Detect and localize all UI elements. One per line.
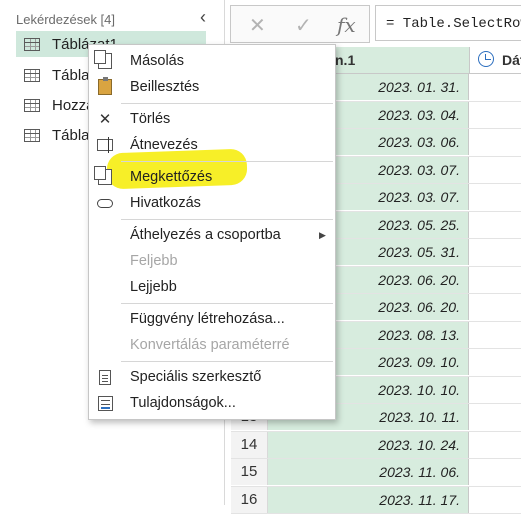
date-cell[interactable]: 2023. 10. 24. [268,432,469,458]
empty-cell[interactable] [469,267,521,293]
empty-cell[interactable] [469,432,521,458]
query-item-3[interactable]: Hozza [16,92,95,118]
formula-bar: ✕ ✓ fx = Table.SelectRow [230,5,521,43]
formula-buttons: ✕ ✓ fx [230,5,370,43]
empty-cell[interactable] [469,157,521,183]
table-icon [24,99,40,112]
table-row[interactable]: 152023. 11. 06. [231,459,521,487]
menu-item-convert-to-parameter: Konvertálás paraméterré [89,332,335,358]
table-icon [24,129,40,142]
menu-item-label: Megkettőzés [130,169,212,185]
menu-separator [121,361,333,362]
confirm-icon[interactable]: ✓ [295,13,312,38]
menu-separator [121,219,333,220]
delete-icon: ✕ [96,110,114,128]
fx-icon[interactable]: fx [337,13,356,37]
empty-cell[interactable] [469,377,521,403]
menu-item-rename[interactable]: Átnevezés [89,132,335,158]
empty-cell[interactable] [469,102,521,128]
menu-item-label: Beillesztés [130,79,199,95]
queries-pane-title: Lekérdezések [4] [16,12,115,27]
empty-cell[interactable] [469,459,521,485]
table-row[interactable]: 162023. 11. 17. [231,487,521,514]
menu-item-label: Tulajdonságok... [130,395,236,411]
formula-input[interactable]: = Table.SelectRow [375,5,521,41]
properties-icon [96,394,114,412]
menu-item-advanced-editor[interactable]: Speciális szerkesztő [89,364,335,390]
menu-item-delete[interactable]: ✕ Törlés [89,106,335,132]
empty-cell[interactable] [469,74,521,100]
copy-icon [96,52,114,70]
menu-separator [121,103,333,104]
row-number[interactable]: 14 [231,432,268,458]
context-menu: Másolás Beillesztés ✕ Törlés Átnevezés M… [88,44,336,420]
datetime-type-icon[interactable] [478,51,494,67]
paste-icon [96,78,114,96]
menu-item-label: Átnevezés [130,137,198,153]
menu-item-label: Speciális szerkesztő [130,369,261,385]
menu-item-label: Feljebb [130,253,178,269]
menu-separator [121,161,333,162]
table-icon [24,69,40,82]
empty-cell[interactable] [469,322,521,348]
menu-item-move-down[interactable]: Lejjebb [89,274,335,300]
empty-cell[interactable] [469,239,521,265]
rename-icon [96,136,114,154]
table-row[interactable]: 142023. 10. 24. [231,432,521,460]
menu-item-label: Törlés [130,111,170,127]
menu-item-label: Másolás [130,53,184,69]
link-icon [96,194,114,212]
menu-item-reference[interactable]: Hivatkozás [89,190,335,216]
query-item-label: Tábla [52,67,90,84]
submenu-arrow-icon: ▶ [319,230,326,241]
menu-item-label: Hivatkozás [130,195,201,211]
empty-cell[interactable] [469,294,521,320]
empty-cell[interactable] [469,404,521,430]
empty-cell[interactable] [469,349,521,375]
empty-cell[interactable] [469,487,521,513]
date-cell[interactable]: 2023. 11. 06. [268,459,469,485]
empty-cell[interactable] [469,184,521,210]
row-number[interactable]: 15 [231,459,268,485]
empty-cell[interactable] [469,212,521,238]
query-item-2[interactable]: Tábla [16,62,90,88]
menu-item-move-up: Feljebb [89,248,335,274]
menu-item-duplicate[interactable]: Megkettőzés [89,164,335,190]
query-item-4[interactable]: Tábla [16,122,90,148]
advanced-editor-icon [96,368,114,386]
menu-item-copy[interactable]: Másolás [89,48,335,74]
menu-item-label: Függvény létrehozása... [130,311,285,327]
menu-item-create-function[interactable]: Függvény létrehozása... [89,306,335,332]
menu-item-properties[interactable]: Tulajdonságok... [89,390,335,416]
table-icon [24,38,40,51]
menu-item-label: Konvertálás paraméterré [130,337,290,353]
cancel-icon[interactable]: ✕ [249,13,266,38]
menu-item-label: Lejjebb [130,279,177,295]
menu-item-label: Áthelyezés a csoportba [130,227,281,243]
menu-item-move-to-group[interactable]: Áthelyezés a csoportba ▶ [89,222,335,248]
row-number[interactable]: 16 [231,487,268,513]
duplicate-icon [96,168,114,186]
column-header-label: n.1 [335,52,355,68]
collapse-pane-icon[interactable]: ‹ [200,7,206,28]
column-header-2[interactable]: Dát [469,47,521,74]
query-item-label: Tábla [52,127,90,144]
empty-cell[interactable] [469,129,521,155]
menu-item-paste[interactable]: Beillesztés [89,74,335,100]
column-header-label: Dát [502,52,521,68]
date-cell[interactable]: 2023. 11. 17. [268,487,469,513]
menu-separator [121,303,333,304]
